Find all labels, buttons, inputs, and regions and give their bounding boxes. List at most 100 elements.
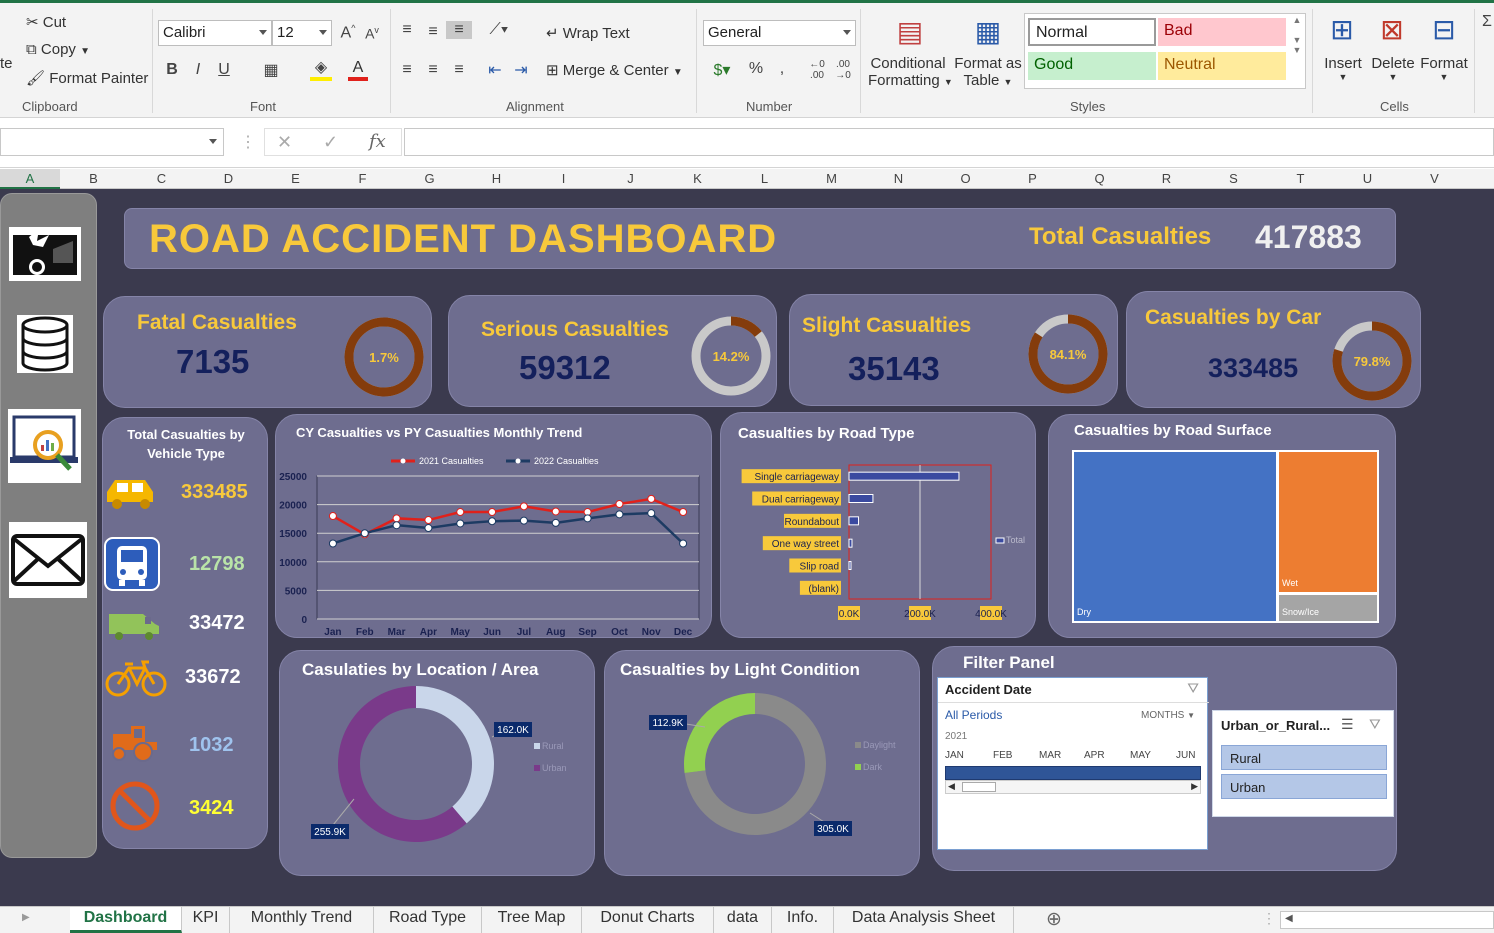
align-left-icon[interactable]: ≡: [396, 61, 418, 79]
percent-icon[interactable]: %: [746, 60, 766, 78]
decrease-indent-icon[interactable]: ⇤: [484, 60, 506, 80]
tab-monthly-trend[interactable]: Monthly Trend: [230, 907, 374, 933]
format-as-table-button[interactable]: Format as Table ▼: [952, 55, 1024, 89]
database-icon[interactable]: [17, 315, 73, 373]
style-normal[interactable]: Normal: [1028, 18, 1156, 46]
underline-icon[interactable]: U: [214, 61, 234, 79]
urban-rural-slicer[interactable]: Urban_or_Rural... ☰ ⛛ Rural Urban: [1212, 710, 1394, 817]
cancel-icon[interactable]: ✕: [277, 132, 292, 153]
timeline-scrollbar[interactable]: ◀ ▶: [945, 780, 1201, 794]
increase-font-icon[interactable]: A^: [338, 23, 358, 42]
slicer-option-urban[interactable]: Urban: [1221, 774, 1387, 799]
tab-tree-map[interactable]: Tree Map: [482, 907, 582, 933]
scroll-right-icon[interactable]: ▶: [1191, 781, 1198, 792]
delete-button[interactable]: Delete ▼: [1370, 55, 1416, 82]
tab-kpi[interactable]: KPI: [182, 907, 230, 933]
clear-filter-icon[interactable]: ⛛: [1187, 680, 1199, 697]
column-header[interactable]: Q: [1066, 171, 1133, 186]
accounting-format-icon[interactable]: $▾: [706, 60, 738, 80]
insert-function-icon[interactable]: fx: [369, 131, 386, 152]
scroll-left-icon[interactable]: ◀: [1285, 913, 1293, 924]
align-top-icon[interactable]: ≡: [396, 21, 418, 39]
column-header[interactable]: C: [128, 171, 195, 186]
borders-icon[interactable]: ▦: [260, 60, 282, 80]
column-header[interactable]: K: [664, 171, 731, 186]
insert-button[interactable]: Insert ▼: [1322, 55, 1364, 82]
column-header[interactable]: E: [262, 171, 329, 186]
enter-icon[interactable]: ✓: [323, 132, 338, 153]
align-right-icon[interactable]: ≡: [448, 61, 470, 79]
decrease-decimal-icon[interactable]: .00 →0: [832, 59, 854, 81]
align-bottom-icon[interactable]: ≡: [446, 21, 472, 39]
horizontal-scrollbar[interactable]: ◀: [1280, 911, 1494, 929]
format-painter-button[interactable]: 🖌 Format Painter: [26, 69, 148, 87]
column-header[interactable]: L: [731, 171, 798, 186]
column-header[interactable]: N: [865, 171, 932, 186]
tab-data-analysis-sheet[interactable]: Data Analysis Sheet: [834, 907, 1014, 933]
column-header[interactable]: I: [530, 171, 597, 186]
multi-select-icon[interactable]: ☰: [1341, 716, 1354, 733]
tab-dashboard[interactable]: Dashboard: [70, 907, 182, 933]
formula-input[interactable]: [404, 128, 1494, 156]
column-header[interactable]: H: [463, 171, 530, 186]
column-header[interactable]: P: [999, 171, 1066, 186]
mail-icon[interactable]: [9, 522, 87, 598]
tab-info[interactable]: Info.: [772, 907, 834, 933]
column-header[interactable]: B: [60, 171, 127, 186]
style-bad[interactable]: Bad: [1158, 18, 1286, 46]
cut-button[interactable]: ✂ Cut: [26, 13, 66, 31]
column-header[interactable]: A: [0, 169, 60, 189]
italic-icon[interactable]: I: [188, 61, 208, 79]
add-sheet-icon[interactable]: ⊕: [1046, 908, 1062, 931]
tab-scroll-icon[interactable]: ▶: [22, 912, 30, 923]
name-box[interactable]: [0, 128, 224, 156]
column-header[interactable]: O: [932, 171, 999, 186]
column-header[interactable]: M: [798, 171, 865, 186]
font-color-icon[interactable]: A: [348, 59, 368, 81]
font-size-select[interactable]: 12: [272, 20, 332, 46]
font-name-select[interactable]: Calibri: [158, 20, 272, 46]
increase-decimal-icon[interactable]: ←0.00: [806, 59, 828, 81]
fill-color-icon[interactable]: ◈: [310, 59, 332, 81]
column-header[interactable]: D: [195, 171, 262, 186]
time-level-select[interactable]: MONTHS ▼: [1141, 710, 1195, 721]
merge-center-button[interactable]: ⊞ Merge & Center ▼: [546, 61, 683, 79]
column-header[interactable]: U: [1334, 171, 1401, 186]
scroll-left-icon[interactable]: ◀: [948, 781, 955, 792]
comma-icon[interactable]: ,: [774, 60, 790, 78]
bold-icon[interactable]: B: [162, 61, 182, 79]
style-neutral[interactable]: Neutral: [1158, 52, 1286, 80]
slicer-option-rural[interactable]: Rural: [1221, 745, 1387, 770]
number-format-select[interactable]: General: [703, 20, 856, 46]
decrease-font-icon[interactable]: Av: [362, 25, 382, 42]
column-header[interactable]: G: [396, 171, 463, 186]
column-header[interactable]: J: [597, 171, 664, 186]
autosum-icon[interactable]: Σ: [1480, 13, 1494, 31]
tab-data[interactable]: data: [714, 907, 772, 933]
column-header[interactable]: S: [1200, 171, 1267, 186]
column-header[interactable]: V: [1401, 171, 1468, 186]
format-button[interactable]: Format ▼: [1420, 55, 1468, 82]
tab-road-type[interactable]: Road Type: [374, 907, 482, 933]
accident-date-slicer[interactable]: Accident Date ⛛ All Periods MONTHS ▼ 202…: [937, 677, 1209, 850]
accident-icon[interactable]: [9, 227, 81, 281]
paste-button-label[interactable]: te: [0, 55, 13, 72]
align-center-icon[interactable]: ≡: [422, 61, 444, 79]
clear-filter-icon[interactable]: ⛛: [1369, 716, 1381, 733]
conditional-formatting-button[interactable]: Conditional Formatting ▼: [868, 55, 953, 89]
data-point: [424, 524, 433, 533]
copy-button[interactable]: ⧉ Copy ▼: [26, 41, 90, 58]
column-header[interactable]: F: [329, 171, 396, 186]
scroll-thumb[interactable]: [962, 782, 996, 792]
column-header[interactable]: R: [1133, 171, 1200, 186]
timeline-bar[interactable]: [945, 766, 1201, 780]
tab-donut-charts[interactable]: Donut Charts: [582, 907, 714, 933]
gallery-scroll-icon[interactable]: ▲ ▼ ▼: [1290, 15, 1304, 55]
wrap-text-button[interactable]: ↵ Wrap Text: [546, 24, 630, 42]
analytics-icon[interactable]: [8, 409, 81, 483]
style-good[interactable]: Good: [1028, 52, 1156, 80]
align-middle-icon[interactable]: ≡: [422, 23, 444, 41]
increase-indent-icon[interactable]: ⇥: [510, 60, 532, 80]
orientation-icon[interactable]: ⟋▾: [484, 21, 514, 39]
column-header[interactable]: T: [1267, 171, 1334, 186]
